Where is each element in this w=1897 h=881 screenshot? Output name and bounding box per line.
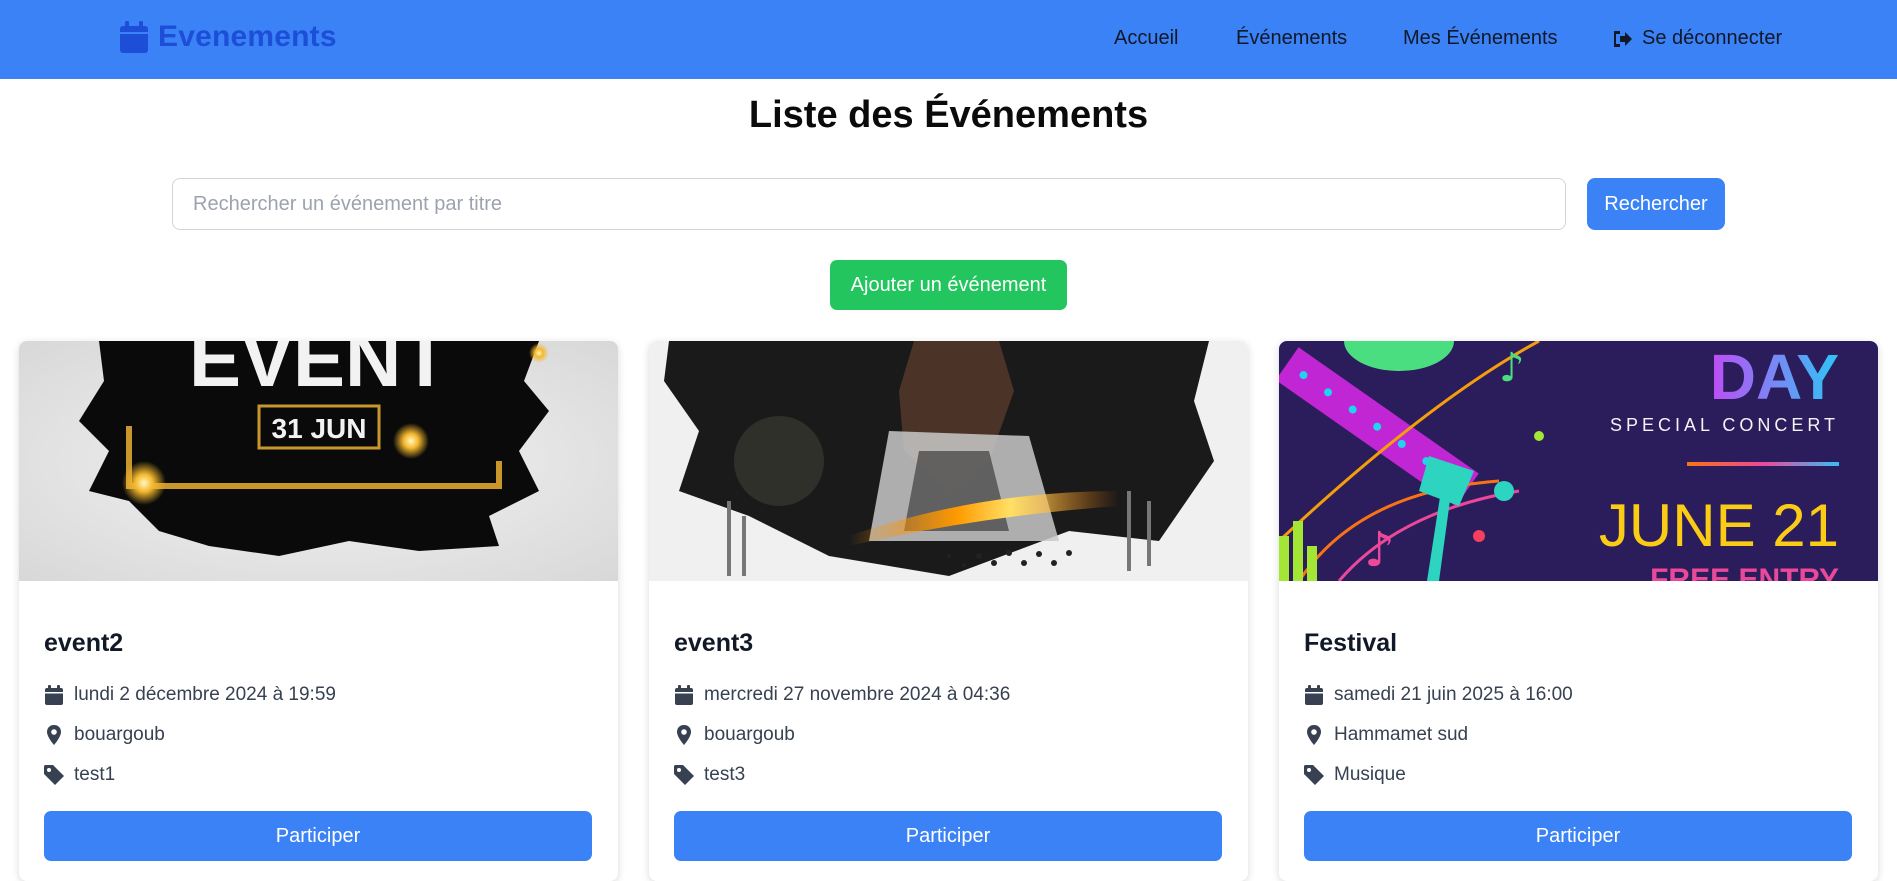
calendar-icon xyxy=(675,685,693,705)
event-location-text: Hammamet sud xyxy=(1334,724,1469,745)
event-card: event3 mercredi 27 novembre 2024 à 04:36… xyxy=(649,341,1248,881)
event-date: mercredi 27 novembre 2024 à 04:36 xyxy=(674,684,1010,706)
sign-out-icon xyxy=(1614,30,1632,47)
calendar-icon xyxy=(1305,685,1323,705)
brand-link[interactable]: Evenements xyxy=(120,20,337,54)
event-category: test3 xyxy=(674,764,745,786)
search-input[interactable] xyxy=(172,178,1566,230)
calendar-icon xyxy=(120,21,148,53)
page-title: Liste des Événements xyxy=(748,94,1149,136)
nav-my-events[interactable]: Mes Événements xyxy=(1403,27,1558,50)
event-location: Hammamet sud xyxy=(1304,724,1468,746)
event-location: bouargoub xyxy=(674,724,795,746)
event-title: event3 xyxy=(674,629,754,657)
participate-button[interactable]: Participer xyxy=(674,811,1222,861)
event-category: Musique xyxy=(1304,764,1406,786)
event-date-text: samedi 21 juin 2025 à 16:00 xyxy=(1334,684,1573,705)
map-pin-icon xyxy=(1307,725,1321,745)
event-category: test1 xyxy=(44,764,115,786)
svg-text:JUNE 21: JUNE 21 xyxy=(1599,492,1839,559)
svg-text:SPECIAL CONCERT: SPECIAL CONCERT xyxy=(1610,415,1839,435)
event-location: bouargoub xyxy=(44,724,165,746)
nav-logout[interactable]: Se déconnecter xyxy=(1612,27,1782,50)
nav-logout-label: Se déconnecter xyxy=(1642,27,1783,49)
event-title: event2 xyxy=(44,629,124,657)
event-title: Festival xyxy=(1304,629,1398,657)
calendar-icon xyxy=(45,685,63,705)
participate-button[interactable]: Participer xyxy=(1304,811,1852,861)
event-card: ♪ ♪ DAY SPECIAL CONCERT JUNE 21 FREE ENT… xyxy=(1279,341,1878,881)
event-location-text: bouargoub xyxy=(74,724,165,745)
event-image: EVENT 31 JUN xyxy=(19,341,618,581)
tag-icon xyxy=(1304,765,1324,785)
svg-text:♪: ♪ xyxy=(1499,345,1525,391)
event-date-text: lundi 2 décembre 2024 à 19:59 xyxy=(74,684,336,705)
event-date-text: mercredi 27 novembre 2024 à 04:36 xyxy=(704,684,1011,705)
participate-button[interactable]: Participer xyxy=(44,811,592,861)
event-category-text: test3 xyxy=(704,764,746,785)
event-card: EVENT 31 JUN event2 lundi 2 décembre 202… xyxy=(19,341,618,881)
nav-events[interactable]: Événements xyxy=(1236,27,1347,50)
tag-icon xyxy=(44,765,64,785)
map-pin-icon xyxy=(677,725,691,745)
navbar: Evenements Accueil Événements Mes Événem… xyxy=(0,0,1897,79)
svg-text:DAY: DAY xyxy=(1710,341,1839,413)
event-date: samedi 21 juin 2025 à 16:00 xyxy=(1304,684,1573,706)
event-category-text: Musique xyxy=(1334,764,1406,785)
event-image xyxy=(649,341,1248,581)
nav-home[interactable]: Accueil xyxy=(1114,27,1178,50)
brand-name: Evenements xyxy=(158,20,337,53)
add-event-button[interactable]: Ajouter un événement xyxy=(830,260,1067,310)
search-button[interactable]: Rechercher xyxy=(1587,178,1725,230)
svg-text:♪: ♪ xyxy=(1364,522,1395,578)
event-category-text: test1 xyxy=(74,764,116,785)
event-date: lundi 2 décembre 2024 à 19:59 xyxy=(44,684,336,706)
map-pin-icon xyxy=(47,725,61,745)
tag-icon xyxy=(674,765,694,785)
event-image: ♪ ♪ DAY SPECIAL CONCERT JUNE 21 FREE ENT… xyxy=(1279,341,1878,581)
svg-text:FREE ENTRY: FREE ENTRY xyxy=(1650,563,1839,581)
svg-text:EVENT: EVENT xyxy=(189,341,449,403)
svg-text:31 JUN: 31 JUN xyxy=(272,413,367,444)
event-location-text: bouargoub xyxy=(704,724,795,745)
